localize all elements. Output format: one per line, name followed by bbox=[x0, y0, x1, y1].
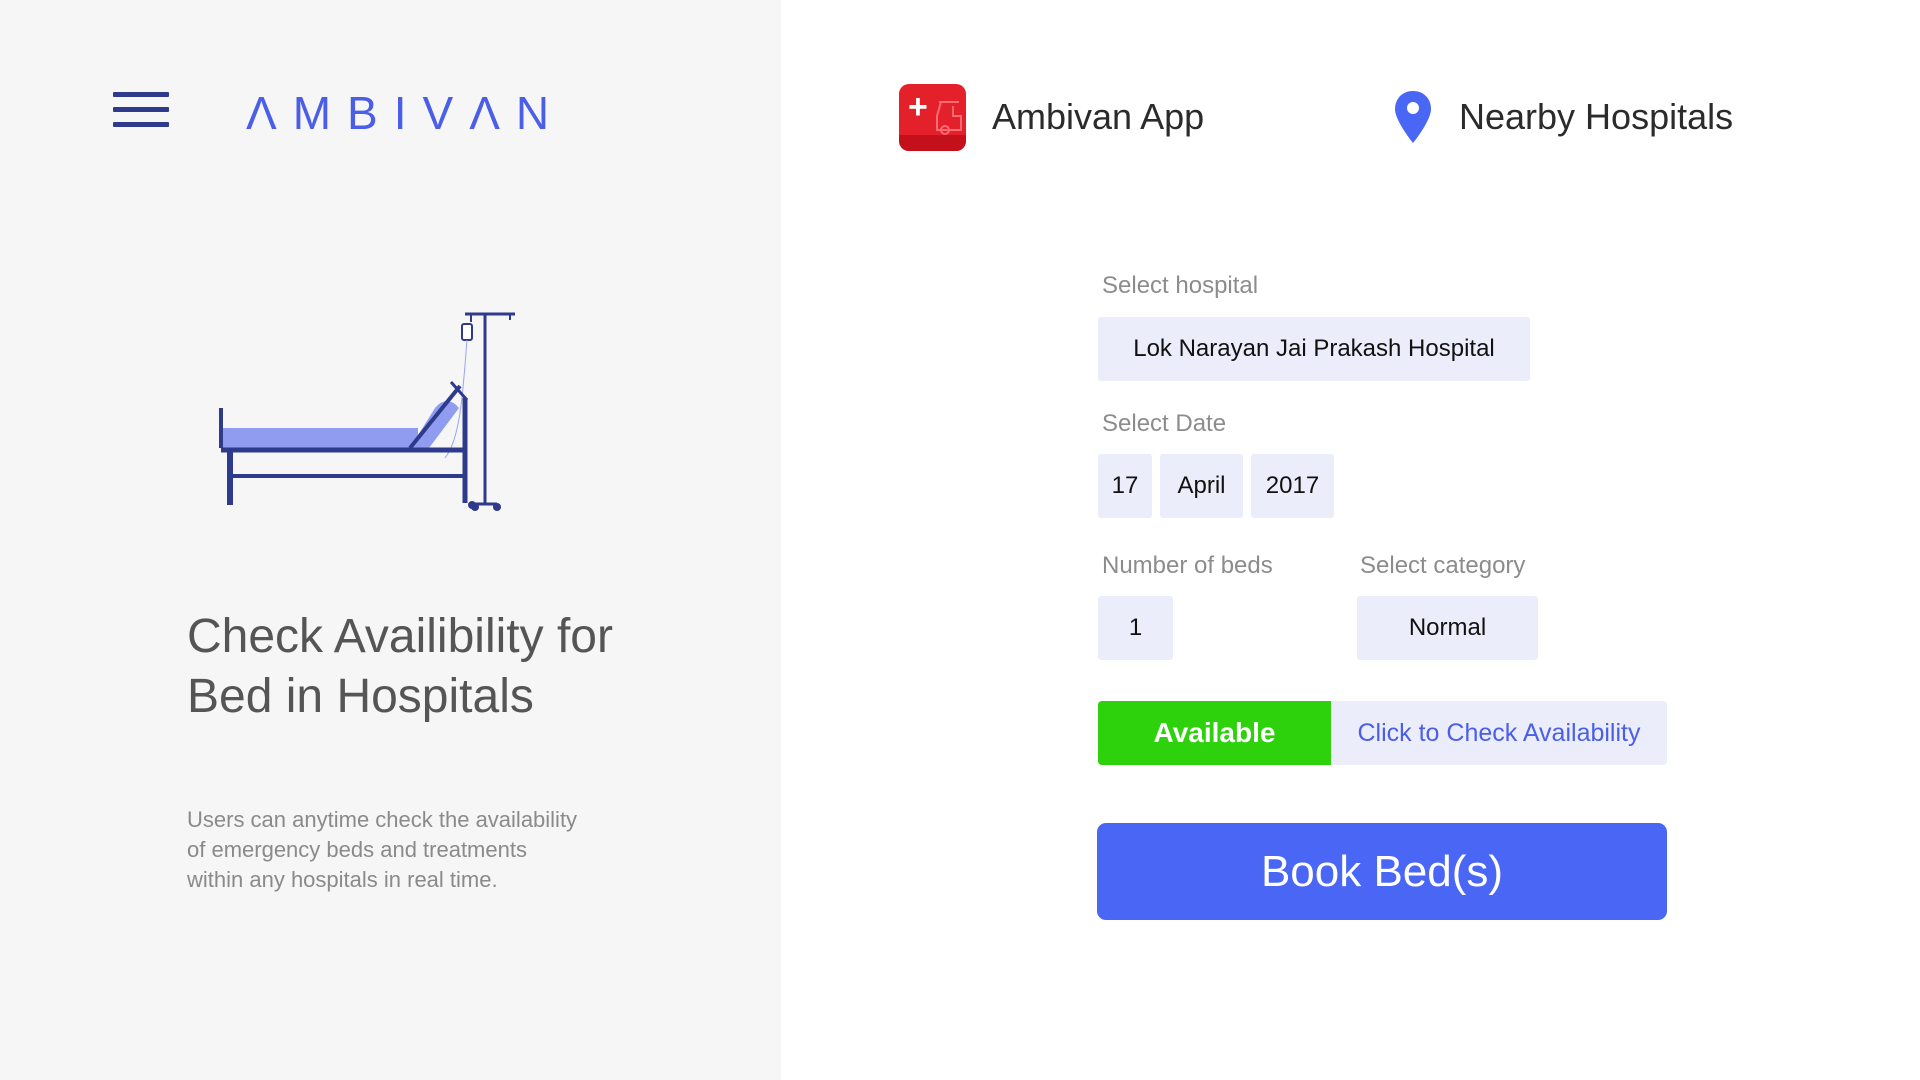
category-field-label: Select category bbox=[1360, 552, 1526, 579]
availability-row: Available Click to Check Availability bbox=[1098, 701, 1667, 765]
hospital-field-label: Select hospital bbox=[1102, 272, 1259, 299]
check-availability-link[interactable]: Click to Check Availability bbox=[1331, 701, 1667, 765]
description-line-2: of emergency beds and treatments bbox=[187, 837, 527, 862]
nearby-hospitals-label: Nearby Hospitals bbox=[1459, 96, 1734, 137]
availability-status-badge: Available bbox=[1098, 701, 1331, 765]
description-line-3: within any hospitals in real time. bbox=[187, 867, 498, 892]
ambulance-app-icon: + bbox=[899, 83, 966, 151]
left-panel: ΛMBIVΛN Check Availibility for Bed in Ho… bbox=[0, 0, 781, 1080]
beds-field-label: Number of beds bbox=[1102, 552, 1273, 579]
hospital-select[interactable]: Lok Narayan Jai Prakash Hospital bbox=[1098, 317, 1530, 381]
date-year-select[interactable]: 2017 bbox=[1251, 454, 1334, 518]
beds-count-input[interactable]: 1 bbox=[1098, 596, 1173, 660]
headline-line-2: Bed in Hospitals bbox=[187, 670, 534, 723]
ambivan-app-label: Ambivan App bbox=[992, 96, 1205, 137]
date-month-select[interactable]: April bbox=[1160, 454, 1243, 518]
description-line-1: Users can anytime check the availability bbox=[187, 807, 578, 832]
headline-line-1: Check Availibility for bbox=[187, 610, 613, 663]
book-beds-button[interactable]: Book Bed(s) bbox=[1097, 823, 1667, 920]
date-day-select[interactable]: 17 bbox=[1098, 454, 1152, 518]
hero-description: Users can anytime check the availability… bbox=[187, 805, 647, 895]
page-headline: Check Availibility for Bed in Hospitals bbox=[187, 607, 707, 727]
hospital-bed-illustration bbox=[219, 312, 515, 511]
ambivan-app-link[interactable]: + Ambivan App bbox=[899, 82, 1204, 152]
menu-icon[interactable] bbox=[113, 92, 169, 128]
brand-logo[interactable]: ΛMBIVΛN bbox=[246, 86, 565, 139]
nearby-hospitals-link[interactable]: Nearby Hospitals bbox=[1393, 82, 1733, 152]
date-field-label: Select Date bbox=[1102, 410, 1227, 437]
location-pin-icon bbox=[1395, 91, 1431, 143]
category-select[interactable]: Normal bbox=[1357, 596, 1538, 660]
